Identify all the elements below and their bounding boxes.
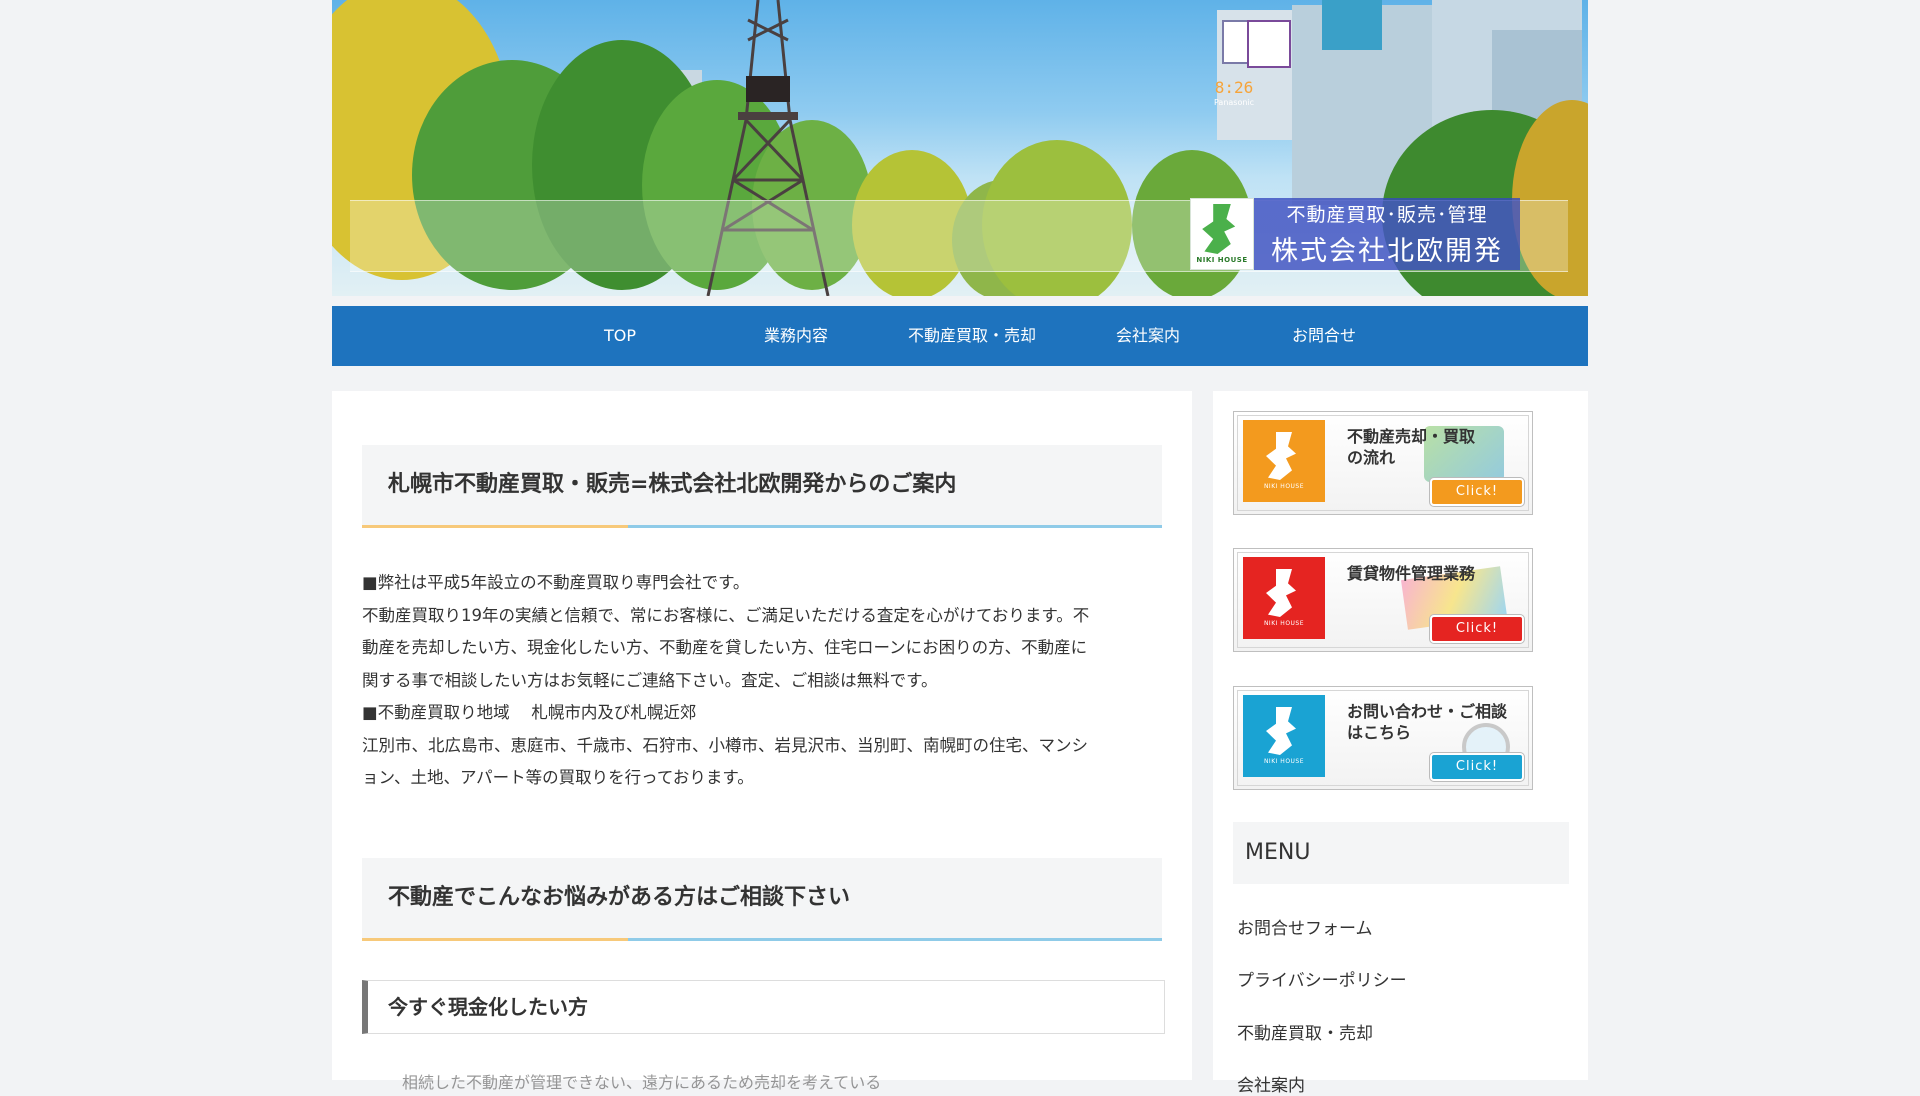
heading-underline-accent [362,938,628,941]
tower-clock: 8:26 [1214,78,1254,97]
menu-item-privacy-policy[interactable]: プライバシーポリシー [1237,966,1407,991]
banner-rental-management[interactable]: NIKI HOUSE 賃貸物件管理業務 Click! [1233,548,1533,652]
faded-text-line: 相続した不動産が管理できない、遠方にあるため売却を考えている [402,1073,882,1092]
section-heading-concerns: 不動産でこんなお悩みがある方はご相談下さい [362,858,1162,941]
text-line: 不動産買取り19年の実績と信頼で、常にお客様に、ご満足いただける査定を心がけてお… [362,605,1090,625]
tree-logo-icon [1266,432,1296,480]
main-content: 札幌市不動産買取・販売=株式会社北欧開発からのご案内 ■弊社は平成5年設立の不動… [332,391,1192,1092]
tree-logo-icon [1266,707,1296,755]
click-button[interactable]: Click! [1430,478,1524,506]
heading-text: 札幌市不動産買取・販売=株式会社北欧開発からのご案内 [388,472,957,497]
banner-logo-text: NIKI HOUSE [1263,483,1305,490]
banner-title: 賃貸物件管理業務 [1347,564,1476,583]
tower-label: Panasonic [1213,98,1255,107]
brand-subtitle: 不動産買取･販売･管理 [1286,204,1488,226]
menu-title: MENU [1245,840,1311,865]
menu-item-company[interactable]: 会社案内 [1237,1071,1305,1096]
nav-items: TOP 業務内容 不動産買取・売却 会社案内 お問合せ [532,306,1412,366]
building-sign [1247,20,1291,68]
nav-item-company[interactable]: 会社案内 [1060,306,1236,366]
heading-text: 不動産でこんなお悩みがある方はご相談下さい [388,885,851,910]
banner-logo: NIKI HOUSE [1243,557,1325,639]
brand-name: 株式会社北欧開発 [1271,236,1503,267]
text-line: ■不動産買取り地域 札幌市内及び札幌近郊 [362,703,697,722]
banner-logo: NIKI HOUSE [1243,420,1325,502]
nav-item-buy-sell[interactable]: 不動産買取・売却 [884,306,1060,366]
banner-contact[interactable]: NIKI HOUSE お問い合わせ・ご相談 はこちら Click! [1233,686,1533,790]
brand-text: 不動産買取･販売･管理 株式会社北欧開発 [1254,198,1520,270]
banner-logo-text: NIKI HOUSE [1263,758,1305,765]
menu-item-contact-form[interactable]: お問合せフォーム [1237,914,1373,939]
banner-logo-text: NIKI HOUSE [1263,620,1305,627]
nav-item-contact[interactable]: お問合せ [1236,306,1412,366]
banner-title: 不動産売却・買取 の流れ [1347,427,1476,467]
text-line: 動産を売却したい方、現金化したい方、不動産を貸したい方、住宅ローンにお困りの方、… [362,638,1088,657]
tree-logo-icon [1266,569,1296,617]
building [1322,0,1382,50]
subsection-heading: 今すぐ現金化したい方 [362,980,1165,1034]
brand-block[interactable]: NIKI HOUSE 不動産買取･販売･管理 株式会社北欧開発 [1190,198,1520,270]
click-button[interactable]: Click! [1430,753,1524,781]
menu-item-buy-sell[interactable]: 不動産買取・売却 [1237,1019,1373,1044]
banner-logo: NIKI HOUSE [1243,695,1325,777]
sidebar: NIKI HOUSE 不動産売却・買取 の流れ Click! NIKI HOUS… [1213,391,1588,1096]
text-line: ■弊社は平成5年設立の不動産買取り専門会社です。 [362,573,750,592]
heading-underline-accent [362,525,628,528]
text-line: ョン、土地、アパート等の買取りを行っております。 [362,768,754,787]
area-paragraph: ■不動産買取り地域 札幌市内及び札幌近郊 江別市、北広島市、恵庭市、千歳市、石狩… [362,697,1162,795]
brand-logo: NIKI HOUSE [1190,198,1254,270]
main-nav: TOP 業務内容 不動産買取・売却 会社案内 お問合せ [332,306,1588,366]
nav-item-top[interactable]: TOP [532,306,708,366]
menu-heading: MENU [1233,822,1569,884]
banner-sell-flow[interactable]: NIKI HOUSE 不動産売却・買取 の流れ Click! [1233,411,1533,515]
subheading-text: 今すぐ現金化したい方 [388,995,588,1019]
intro-paragraph: ■弊社は平成5年設立の不動産買取り専門会社です。 不動産買取り19年の実績と信頼… [362,567,1162,697]
text-line: 江別市、北広島市、恵庭市、千歳市、石狩市、小樽市、岩見沢市、当別町、南幌町の住宅… [362,735,1088,755]
click-button[interactable]: Click! [1430,615,1524,643]
page: 8:26 Panasonic NIKI HOUSE 不動産買取･販売･管理 株式… [0,0,1920,1096]
section-heading-intro: 札幌市不動産買取・販売=株式会社北欧開発からのご案内 [362,445,1162,528]
tree-logo-icon [1202,204,1236,254]
nav-item-services[interactable]: 業務内容 [708,306,884,366]
brand-logo-text: NIKI HOUSE [1196,256,1248,264]
text-line: 関する事で相談したい方はお気軽にご連絡下さい。査定、ご相談は無料です。 [362,670,938,690]
header-banner[interactable]: 8:26 Panasonic NIKI HOUSE 不動産買取･販売･管理 株式… [332,0,1588,296]
banner-title: お問い合わせ・ご相談 はこちら [1347,702,1508,742]
